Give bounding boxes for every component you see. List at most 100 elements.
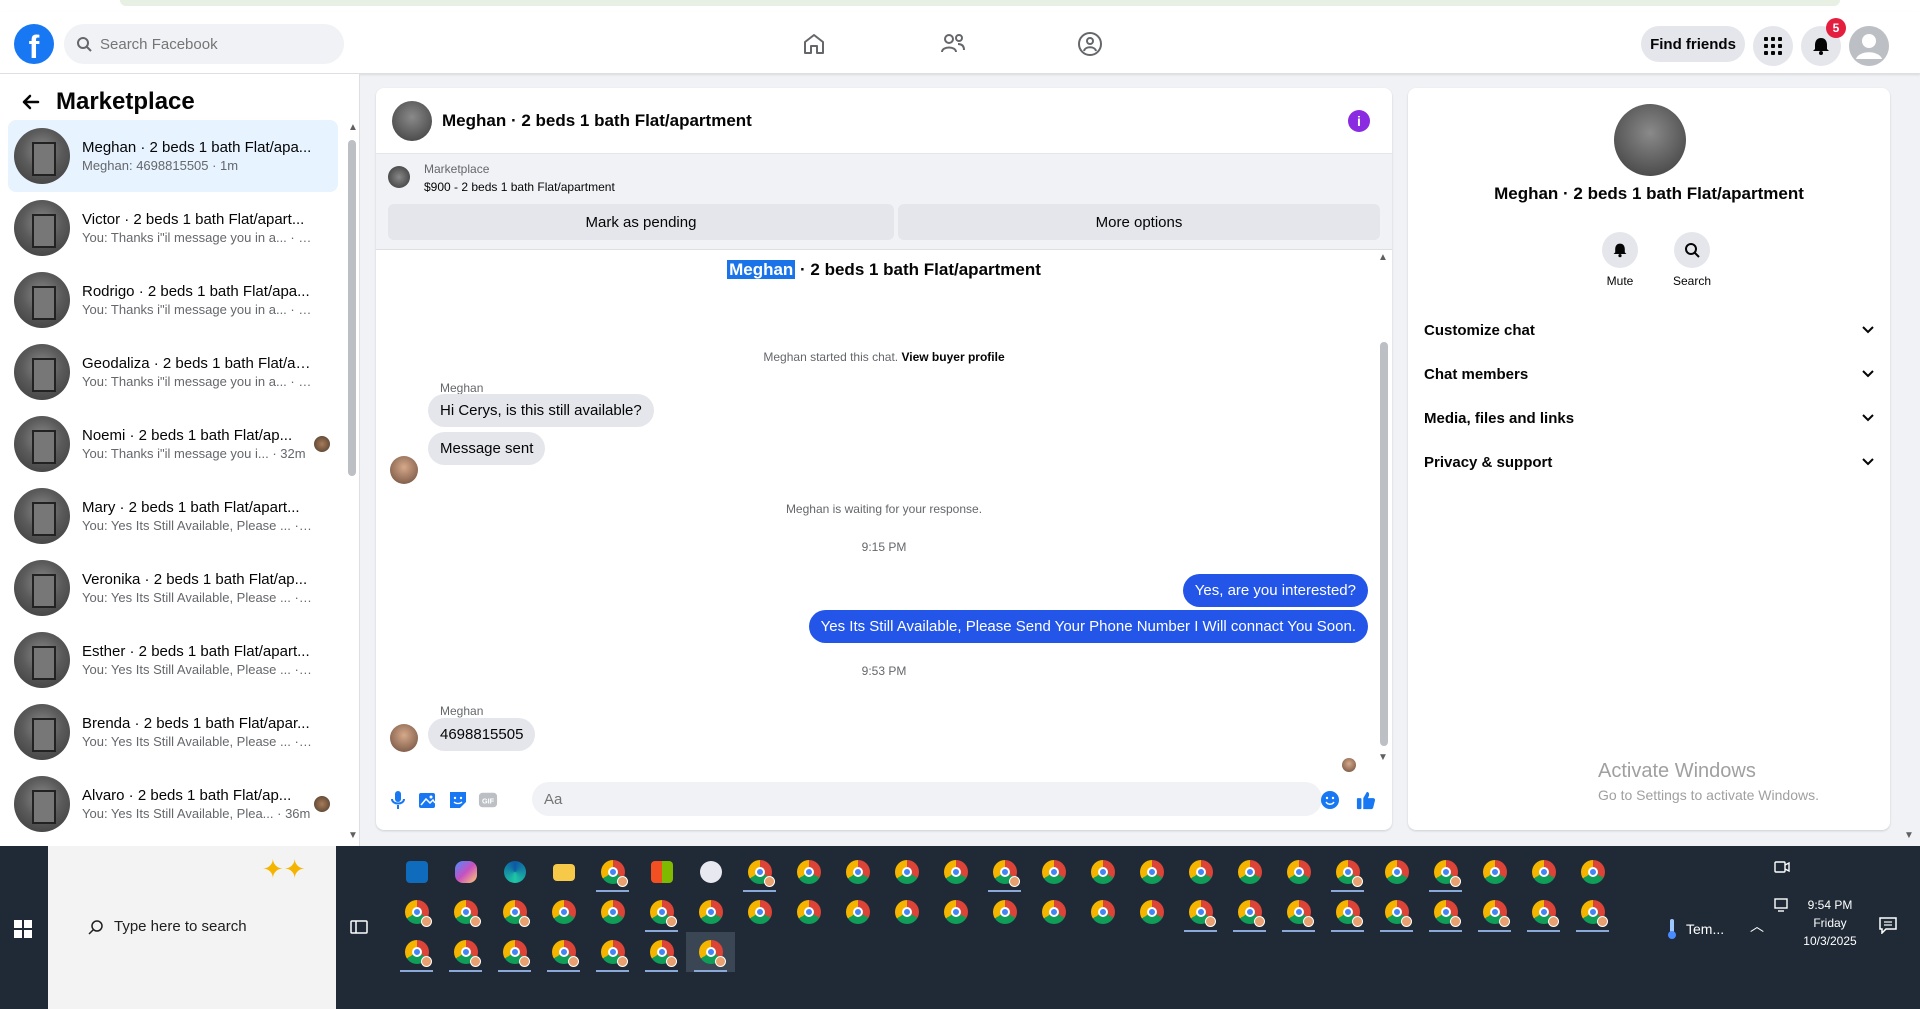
chat-scroll-down-icon[interactable]: ▼ [1378, 752, 1388, 763]
sidebar-scroll-down-icon[interactable]: ▼ [348, 830, 358, 841]
chrome-app-icon[interactable] [588, 852, 637, 892]
sender-avatar[interactable] [390, 724, 418, 752]
customize-chat-section[interactable]: Customize chat [1424, 312, 1874, 348]
chrome-app-icon[interactable] [1568, 892, 1617, 932]
chrome-app-icon[interactable] [1078, 852, 1127, 892]
chrome-app-icon[interactable] [1568, 852, 1617, 892]
find-friends-button[interactable]: Find friends [1641, 26, 1745, 62]
home-nav-icon[interactable] [784, 26, 844, 62]
taskbar-clock[interactable]: 9:54 PM Friday 10/3/2025 [1790, 896, 1870, 950]
chrome-app-icon[interactable] [490, 932, 539, 972]
conversation-item[interactable]: Victor · 2 beds 1 bath Flat/apart... You:… [8, 192, 338, 264]
search-facebook-input[interactable] [100, 35, 320, 53]
taskbar-search-field[interactable]: Type here to search [88, 918, 247, 935]
chrome-app-icon[interactable] [931, 852, 980, 892]
conversation-item[interactable]: Rodrigo · 2 beds 1 bath Flat/apa... You: … [8, 264, 338, 336]
snipping-tool-icon[interactable] [686, 852, 735, 892]
chrome-app-icon[interactable] [686, 892, 735, 932]
chrome-app-icon[interactable] [1078, 892, 1127, 932]
thumbs-up-icon[interactable] [1356, 790, 1376, 810]
more-options-button[interactable]: More options [898, 204, 1380, 240]
chrome-app-icon[interactable] [1176, 892, 1225, 932]
windows-start-button[interactable] [14, 920, 32, 943]
meet-now-icon[interactable] [1774, 860, 1790, 879]
chrome-app-icon[interactable] [441, 932, 490, 972]
chrome-app-icon[interactable] [882, 852, 931, 892]
back-arrow-icon[interactable] [20, 92, 40, 112]
sidebar-scroll-up-icon[interactable]: ▲ [348, 122, 358, 133]
listing-price[interactable]: $900 - 2 beds 1 bath Flat/apartment [424, 180, 615, 194]
conversation-item[interactable]: Noemi · 2 beds 1 bath Flat/ap... You: Tha… [8, 408, 338, 480]
chrome-app-icon[interactable] [441, 892, 490, 932]
outgoing-message[interactable]: Yes Its Still Available, Please Send You… [808, 610, 1368, 643]
search-facebook-box[interactable] [64, 24, 344, 64]
privacy-support-section[interactable]: Privacy & support [1424, 444, 1874, 480]
page-scroll-down-icon[interactable]: ▼ [1904, 830, 1914, 841]
chrome-app-icon[interactable] [637, 932, 686, 972]
chrome-app-icon[interactable] [833, 892, 882, 932]
conversation-item[interactable]: Veronika · 2 beds 1 bath Flat/ap... You: … [8, 552, 338, 624]
conversation-item[interactable]: Mary · 2 beds 1 bath Flat/apart... You: Y… [8, 480, 338, 552]
notification-center-icon[interactable] [1878, 916, 1898, 939]
chrome-app-icon[interactable] [1127, 892, 1176, 932]
chrome-app-icon[interactable] [1421, 852, 1470, 892]
info-avatar[interactable] [1614, 104, 1686, 176]
emoji-icon[interactable] [1320, 790, 1340, 810]
menu-grid-button[interactable] [1753, 26, 1793, 66]
chat-members-section[interactable]: Chat members [1424, 356, 1874, 392]
incoming-message[interactable]: 4698815505 [428, 718, 536, 751]
chrome-app-icon[interactable] [1372, 892, 1421, 932]
conversation-item[interactable]: Alvaro · 2 beds 1 bath Flat/ap... You: Ye… [8, 768, 338, 840]
chrome-app-icon[interactable] [980, 852, 1029, 892]
chrome-app-icon[interactable] [1470, 852, 1519, 892]
incoming-message[interactable]: Message sent [428, 432, 546, 465]
search-chat-button[interactable]: Search [1662, 232, 1722, 288]
chrome-app-icon[interactable] [1127, 852, 1176, 892]
sender-avatar[interactable] [390, 456, 418, 484]
chrome-app-icon[interactable] [1519, 852, 1568, 892]
chrome-app-icon[interactable] [392, 892, 441, 932]
copilot-icon[interactable] [441, 852, 490, 892]
chrome-app-icon[interactable] [1323, 852, 1372, 892]
chrome-app-icon-active[interactable] [686, 932, 735, 972]
photo-icon[interactable] [418, 790, 438, 810]
chrome-app-icon[interactable] [588, 892, 637, 932]
gif-icon[interactable]: GIF [478, 790, 498, 810]
outgoing-message[interactable]: Yes, are you interested? [1182, 574, 1368, 607]
weather-widget[interactable]: Tem... [1666, 918, 1724, 940]
media-files-links-section[interactable]: Media, files and links [1424, 400, 1874, 436]
taskbar-search[interactable]: ✦✦ Type here to search [48, 846, 336, 1009]
chrome-app-icon[interactable] [784, 852, 833, 892]
account-avatar[interactable] [1849, 26, 1889, 66]
chrome-app-icon[interactable] [784, 892, 833, 932]
chat-avatar[interactable] [392, 100, 432, 141]
groups-nav-icon[interactable] [1060, 26, 1120, 62]
chat-scrollbar[interactable] [1380, 342, 1388, 746]
mark-as-pending-button[interactable]: Mark as pending [388, 204, 894, 240]
chrome-app-icon[interactable] [490, 892, 539, 932]
chrome-app-icon[interactable] [1225, 892, 1274, 932]
outlook-icon[interactable] [392, 852, 441, 892]
chrome-app-icon[interactable] [539, 892, 588, 932]
edge-icon[interactable] [490, 852, 539, 892]
microsoft-store-icon[interactable] [637, 852, 686, 892]
conversation-item[interactable]: Esther · 2 beds 1 bath Flat/apart... You:… [8, 624, 338, 696]
chrome-app-icon[interactable] [588, 932, 637, 972]
sidebar-scrollbar[interactable] [348, 140, 356, 476]
incoming-message[interactable]: Hi Cerys, is this still available? [428, 394, 654, 427]
chevron-up-icon[interactable]: ︿ [1750, 916, 1764, 936]
sticker-icon[interactable] [448, 790, 468, 810]
chrome-app-icon[interactable] [1519, 892, 1568, 932]
chrome-app-icon[interactable] [1029, 852, 1078, 892]
view-buyer-profile-link[interactable]: View buyer profile [901, 350, 1004, 364]
chat-scroll-up-icon[interactable]: ▲ [1378, 252, 1388, 263]
microphone-icon[interactable] [388, 790, 408, 810]
chrome-app-icon[interactable] [539, 932, 588, 972]
chrome-app-icon[interactable] [1029, 892, 1078, 932]
conversation-item[interactable]: Brenda · 2 beds 1 bath Flat/apar... You: … [8, 696, 338, 768]
facebook-logo-icon[interactable]: f [14, 24, 54, 64]
message-input[interactable] [532, 782, 1322, 816]
conversation-item[interactable]: Geodaliza · 2 beds 1 bath Flat/ap... You:… [8, 336, 338, 408]
info-icon[interactable]: i [1348, 110, 1370, 132]
friends-nav-icon[interactable] [923, 26, 983, 62]
